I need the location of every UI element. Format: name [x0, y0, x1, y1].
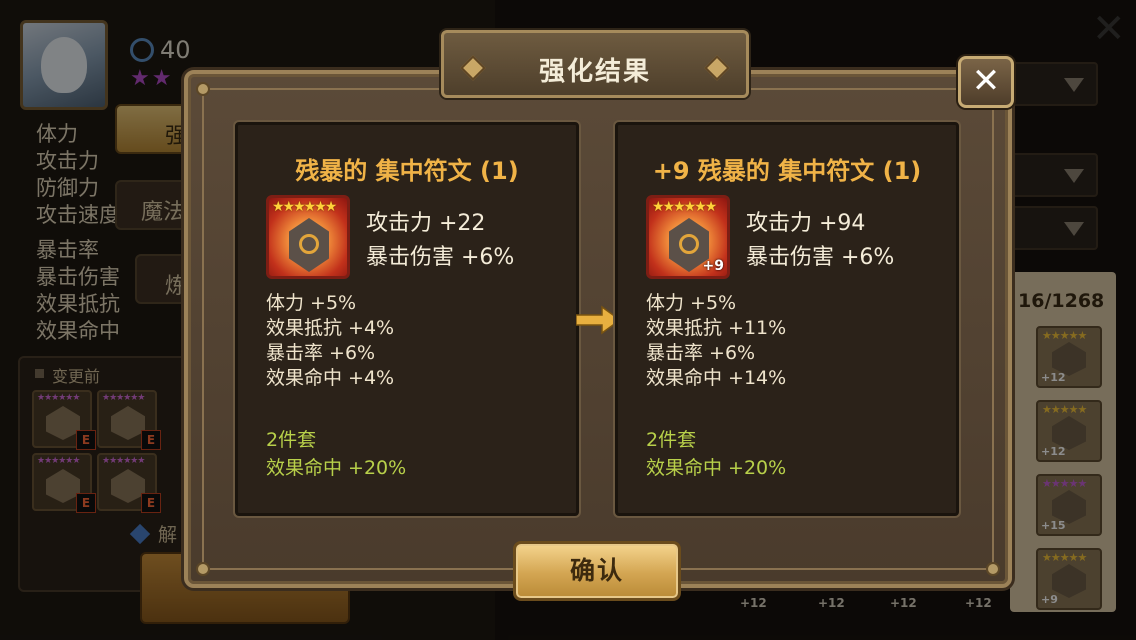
- set-title: 2件套: [646, 429, 697, 451]
- focus-symbol-icon: [299, 234, 319, 254]
- close-button[interactable]: ✕: [958, 56, 1014, 108]
- substat: 效果命中 +14%: [646, 367, 787, 389]
- corner-rivet: [196, 82, 210, 96]
- substat: 效果命中 +4%: [266, 367, 395, 389]
- substat: 体力 +5%: [646, 292, 737, 314]
- corner-rivet: [196, 562, 210, 576]
- substats-list: 体力 +5% 效果抵抗 +11% 暴击率 +6% 效果命中 +14%: [646, 291, 786, 391]
- main-stat: 攻击力 +22: [366, 211, 486, 236]
- dialog-title-plate: 强化结果: [441, 30, 749, 98]
- rune-level-badge: +9: [702, 258, 724, 274]
- close-icon: ✕: [971, 61, 1001, 101]
- stars-icon: ★★★★★★: [652, 199, 717, 215]
- prefix-stat: 暴击伤害 +6%: [366, 245, 515, 270]
- substats-list: 体力 +5% 效果抵抗 +4% 暴击率 +6% 效果命中 +4%: [266, 291, 394, 391]
- substat: 暴击率 +6%: [266, 342, 376, 364]
- substat: 体力 +5%: [266, 292, 357, 314]
- stars-icon: ★★★★★★: [272, 199, 337, 215]
- substat: 暴击率 +6%: [646, 342, 756, 364]
- substat: 效果抵抗 +4%: [266, 317, 395, 339]
- confirm-button[interactable]: 确认: [513, 541, 681, 601]
- rune-icon: ★★★★★★ +9: [646, 195, 730, 279]
- rune-icon: ★★★★★★: [266, 195, 350, 279]
- substat: 效果抵抗 +11%: [646, 317, 787, 339]
- corner-rivet: [986, 562, 1000, 576]
- set-bonus: 效果命中 +20%: [266, 457, 407, 479]
- prefix-stat: 暴击伤害 +6%: [746, 245, 895, 270]
- rune-name: 残暴的 集中符文 (1): [295, 157, 519, 185]
- dialog-title: 强化结果: [538, 57, 651, 87]
- rune-card-after: +9 残暴的 集中符文 (1) ★★★★★★ +9 攻击力 +94 暴击伤害 +…: [615, 122, 959, 516]
- main-stat: 攻击力 +94: [746, 211, 866, 236]
- set-bonus: 效果命中 +20%: [646, 457, 787, 479]
- set-title: 2件套: [266, 429, 317, 451]
- rune-card-before: 残暴的 集中符文 (1) ★★★★★★ 攻击力 +22 暴击伤害 +6% 体力 …: [235, 122, 579, 516]
- rune-name: +9 残暴的 集中符文 (1): [652, 157, 922, 185]
- focus-symbol-icon: [679, 234, 699, 254]
